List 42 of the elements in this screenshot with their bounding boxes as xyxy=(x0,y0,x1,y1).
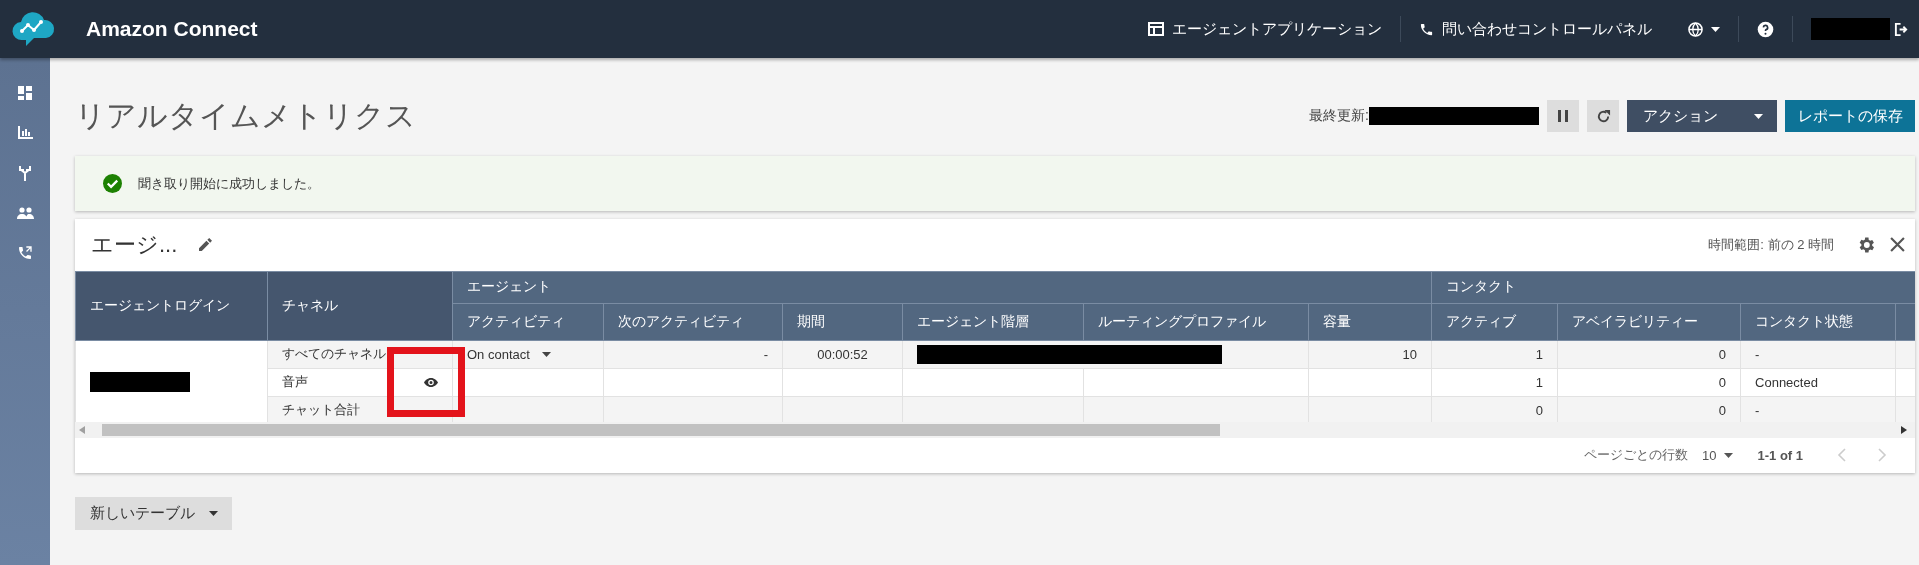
rows-per-page-label: ページごとの行数 xyxy=(1584,446,1688,465)
nav-link[interactable]: エージェントアプリケーション xyxy=(1130,16,1401,42)
column-header: ルーティングプロファイル xyxy=(1083,303,1309,341)
page-range: 1-1 of 1 xyxy=(1757,447,1803,463)
table-cell: - xyxy=(1755,403,1760,418)
time-range-label: 時間範囲: 前の 2 時間 xyxy=(1708,236,1834,254)
column-header: 次のアクティビティ xyxy=(603,303,783,341)
table-cell: 1 xyxy=(1535,347,1544,362)
table-cell: Connected xyxy=(1755,375,1818,390)
save-report-button[interactable]: レポートの保存 xyxy=(1785,100,1915,132)
banner-message: 聞き取り開始に成功しました。 xyxy=(138,174,320,193)
column-header: アベイラビリティー xyxy=(1557,303,1741,341)
table-title: エージ... xyxy=(91,231,178,259)
column-header: 容量 xyxy=(1308,303,1432,341)
nav-link[interactable]: 問い合わせコントロールパネル xyxy=(1401,16,1670,42)
column-header: エージェント階層 xyxy=(902,303,1084,341)
table-cell: 0 xyxy=(1718,403,1727,418)
rows-per-page-dropdown[interactable]: 10 xyxy=(1702,447,1734,463)
column-header: エージェントログイン xyxy=(75,271,268,341)
column-header: アクティビティ xyxy=(452,303,604,341)
table-cell: 1 xyxy=(1535,375,1544,390)
channel-cell: 音声 xyxy=(282,373,308,392)
table-cell: 10 xyxy=(1402,347,1418,362)
column-group-header: エージェント xyxy=(452,271,1432,304)
column-header: 期間 xyxy=(782,303,903,341)
table-cell: - xyxy=(1755,347,1760,362)
app-title: Amazon Connect xyxy=(86,17,258,41)
channel-cell: チャット合計 xyxy=(282,401,360,420)
new-table-button[interactable]: 新しいテーブル xyxy=(75,497,232,530)
table-cell: - xyxy=(763,347,768,362)
column-header: アクティブ xyxy=(1431,303,1558,341)
last-updated-label: 最終更新: xyxy=(1309,107,1369,125)
table-cell: 0 xyxy=(1718,375,1727,390)
page-title: リアルタイムメトリクス xyxy=(75,97,417,134)
column-group-header: コンタクト xyxy=(1431,271,1915,304)
column-header: チャネル xyxy=(267,271,453,341)
channel-cell: すべてのチャネル xyxy=(282,345,386,364)
column-header: コンタクト状態 xyxy=(1740,303,1896,341)
table-cell: 0 xyxy=(1535,403,1544,418)
actions-button[interactable]: アクション xyxy=(1627,100,1777,132)
table-cell: 00:00:52 xyxy=(817,347,868,362)
table-cell: 0 xyxy=(1718,347,1727,362)
